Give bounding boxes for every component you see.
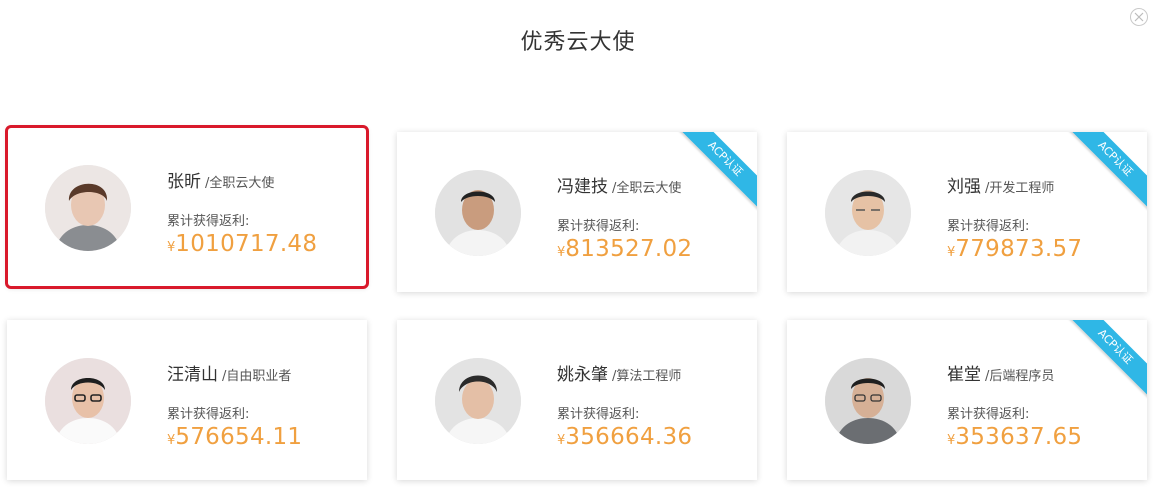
rebate-label: 累计获得返利: [947,407,1030,422]
close-button[interactable] [1130,8,1148,26]
rebate-amount: ¥576654.11 [167,424,302,450]
person-photo-icon [825,358,911,444]
dialog-title: 优秀云大使 [520,30,636,55]
avatar [45,358,131,444]
ambassador-card-4[interactable]: 汪清山/自由职业者 累计获得返利: ¥576654.11 [7,320,367,480]
acp-certified-ribbon: ACP认证 [1064,132,1147,210]
avatar [825,358,911,444]
acp-certified-ribbon: ACP认证 [674,132,757,210]
ambassador-card-3[interactable]: 刘强/开发工程师 累计获得返利: ¥779873.57 ACP认证 [787,132,1147,292]
person-photo-icon [45,358,131,444]
ambassador-name: 冯建技 [557,177,608,197]
rebate-label: 累计获得返利: [557,219,640,234]
person-photo-icon [435,170,521,256]
avatar [825,170,911,256]
person-photo-icon [435,358,521,444]
ambassador-name: 汪清山 [167,365,218,385]
rebate-amount: ¥353637.65 [947,424,1082,450]
avatar [435,170,521,256]
person-photo-icon [45,165,131,251]
ambassador-role: /全职云大使 [612,181,682,196]
rebate-label: 累计获得返利: [167,407,250,422]
ambassador-role: /算法工程师 [612,369,682,384]
acp-certified-ribbon: ACP认证 [1064,320,1147,398]
avatar [435,358,521,444]
rebate-value: 356664.36 [565,424,693,450]
rebate-value: 576654.11 [175,424,303,450]
ambassador-role: /开发工程师 [985,181,1055,196]
rebate-amount: ¥356664.36 [557,424,692,450]
rebate-label: 累计获得返利: [167,214,250,229]
ambassador-name: 刘强 [947,177,981,197]
ambassador-card-6[interactable]: 崔堂/后端程序员 累计获得返利: ¥353637.65 ACP认证 [787,320,1147,480]
ambassador-name: 崔堂 [947,365,981,385]
rebate-amount: ¥813527.02 [557,236,692,262]
ambassador-card-1[interactable]: 张昕/全职云大使 累计获得返利: ¥1010717.48 [5,125,369,289]
rebate-label: 累计获得返利: [557,407,640,422]
rebate-value: 813527.02 [565,236,693,262]
rebate-value: 1010717.48 [175,231,318,257]
ambassador-card-5[interactable]: 姚永肇/算法工程师 累计获得返利: ¥356664.36 [397,320,757,480]
ambassador-role: /自由职业者 [222,369,292,384]
ambassador-name: 姚永肇 [557,365,608,385]
rebate-value: 779873.57 [955,236,1083,262]
ambassador-role: /全职云大使 [205,176,275,191]
close-icon [1134,12,1144,22]
ambassador-card-2[interactable]: 冯建技/全职云大使 累计获得返利: ¥813527.02 ACP认证 [397,132,757,292]
rebate-label: 累计获得返利: [947,219,1030,234]
person-photo-icon [825,170,911,256]
avatar [45,165,131,251]
ambassador-name: 张昕 [167,172,201,192]
rebate-amount: ¥1010717.48 [167,231,317,257]
rebate-amount: ¥779873.57 [947,236,1082,262]
rebate-value: 353637.65 [955,424,1083,450]
ambassador-role: /后端程序员 [985,369,1055,384]
